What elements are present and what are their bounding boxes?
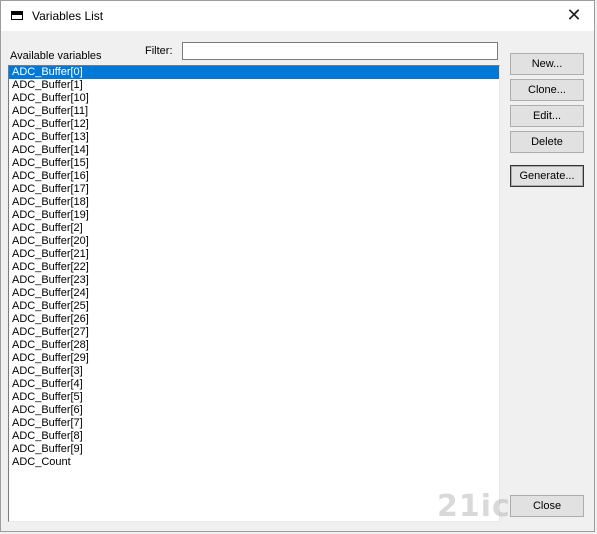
- filter-label: Filter:: [145, 45, 173, 57]
- edit-button[interactable]: Edit...: [510, 105, 584, 127]
- list-item[interactable]: ADC_Buffer[16]: [9, 170, 499, 183]
- list-item[interactable]: ADC_Buffer[0]: [9, 66, 499, 79]
- list-item[interactable]: ADC_Buffer[2]: [9, 222, 499, 235]
- list-item[interactable]: ADC_Buffer[1]: [9, 79, 499, 92]
- list-item[interactable]: ADC_Buffer[24]: [9, 287, 499, 300]
- list-item[interactable]: ADC_Buffer[5]: [9, 391, 499, 404]
- title-bar[interactable]: Variables List ✕: [1, 1, 594, 31]
- list-item[interactable]: ADC_Buffer[21]: [9, 248, 499, 261]
- list-item[interactable]: ADC_Buffer[3]: [9, 365, 499, 378]
- list-item[interactable]: ADC_Buffer[17]: [9, 183, 499, 196]
- list-item[interactable]: ADC_Buffer[7]: [9, 417, 499, 430]
- new-button[interactable]: New...: [510, 53, 584, 75]
- list-item[interactable]: ADC_Buffer[22]: [9, 261, 499, 274]
- list-item[interactable]: ADC_Buffer[15]: [9, 157, 499, 170]
- list-item[interactable]: ADC_Buffer[28]: [9, 339, 499, 352]
- variables-listbox[interactable]: ADC_Buffer[0] ADC_Buffer[1] ADC_Buffer[10]…: [8, 65, 500, 522]
- list-item[interactable]: ADC_Buffer[27]: [9, 326, 499, 339]
- list-item[interactable]: ADC_Buffer[23]: [9, 274, 499, 287]
- filter-input[interactable]: [182, 42, 498, 60]
- list-item[interactable]: ADC_Buffer[14]: [9, 144, 499, 157]
- generate-button[interactable]: Generate...: [510, 165, 584, 187]
- list-item[interactable]: ADC_Buffer[4]: [9, 378, 499, 391]
- list-item[interactable]: ADC_Buffer[20]: [9, 235, 499, 248]
- list-item[interactable]: ADC_Buffer[11]: [9, 105, 499, 118]
- list-item[interactable]: ADC_Buffer[8]: [9, 430, 499, 443]
- window-icon: [11, 11, 23, 20]
- list-item[interactable]: ADC_Buffer[10]: [9, 92, 499, 105]
- watermark-logo: 21ic: [437, 489, 511, 524]
- close-button[interactable]: Close: [510, 495, 584, 517]
- close-icon[interactable]: ✕: [554, 1, 594, 31]
- list-item[interactable]: ADC_Buffer[29]: [9, 352, 499, 365]
- window-title: Variables List: [32, 9, 104, 23]
- list-item[interactable]: ADC_Buffer[26]: [9, 313, 499, 326]
- list-item[interactable]: ADC_Count: [9, 456, 499, 469]
- list-item[interactable]: ADC_Buffer[12]: [9, 118, 499, 131]
- available-variables-label: Available variables: [10, 50, 102, 62]
- list-item[interactable]: ADC_Buffer[6]: [9, 404, 499, 417]
- list-item[interactable]: ADC_Buffer[13]: [9, 131, 499, 144]
- variables-list-dialog: Variables List ✕ Available variables Fil…: [0, 0, 595, 532]
- list-item[interactable]: ADC_Buffer[25]: [9, 300, 499, 313]
- list-item[interactable]: ADC_Buffer[18]: [9, 196, 499, 209]
- clone-button[interactable]: Clone...: [510, 79, 584, 101]
- list-item[interactable]: ADC_Buffer[9]: [9, 443, 499, 456]
- list-item[interactable]: ADC_Buffer[19]: [9, 209, 499, 222]
- delete-button[interactable]: Delete: [510, 131, 584, 153]
